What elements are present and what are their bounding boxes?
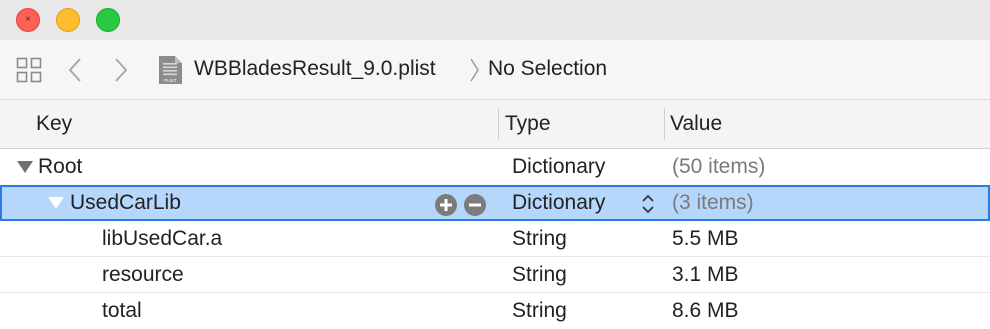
column-header-value[interactable]: Value [670, 112, 722, 136]
column-header-key[interactable]: Key [36, 112, 72, 136]
table-row[interactable]: Root Dictionary (50 items) [0, 149, 990, 185]
column-divider[interactable] [498, 108, 499, 140]
close-icon: × [25, 14, 31, 25]
row-type[interactable]: Dictionary [512, 191, 605, 215]
row-value: (50 items) [672, 155, 766, 178]
disclosure-triangle-icon[interactable] [16, 160, 34, 174]
row-type[interactable]: Dictionary [512, 155, 605, 179]
breadcrumb-filename[interactable]: WBBladesResult_9.0.plist [194, 57, 436, 81]
type-popup-chevrons-icon[interactable] [640, 192, 656, 216]
row-key: total [102, 299, 142, 322]
plist-file-icon[interactable]: PLIST [157, 55, 183, 85]
related-items-grid-icon[interactable] [16, 57, 42, 83]
remove-item-button[interactable] [464, 194, 486, 216]
row-value[interactable]: 8.6 MB [672, 299, 739, 323]
table-row[interactable]: libUsedCar.a String 5.5 MB [0, 221, 990, 257]
breadcrumb-selection[interactable]: No Selection [488, 57, 607, 81]
row-type[interactable]: String [512, 299, 567, 323]
column-divider[interactable] [664, 108, 665, 140]
row-type[interactable]: String [512, 227, 567, 251]
column-header: Key Type Value [0, 100, 990, 149]
title-bar: × [0, 0, 990, 40]
plus-icon [440, 199, 452, 211]
disclosure-triangle-icon[interactable] [47, 196, 65, 210]
row-key: resource [102, 263, 184, 286]
jump-bar: PLIST WBBladesResult_9.0.plist No Select… [0, 40, 990, 100]
table-row-selected[interactable]: UsedCarLib Dictionary (3 items) [0, 185, 990, 221]
back-chevron-icon[interactable] [64, 56, 88, 84]
plist-file-icon-label: PLIST [164, 78, 177, 83]
row-value[interactable]: 5.5 MB [672, 227, 739, 251]
zoom-window-button[interactable] [96, 8, 120, 32]
row-key: UsedCarLib [70, 191, 181, 214]
row-value: (3 items) [672, 191, 754, 214]
forward-chevron-icon[interactable] [108, 56, 132, 84]
add-item-button[interactable] [435, 194, 457, 216]
row-type[interactable]: String [512, 263, 567, 287]
row-value[interactable]: 3.1 MB [672, 263, 739, 287]
close-window-button[interactable]: × [16, 8, 40, 32]
minus-icon [469, 203, 481, 207]
row-key: Root [38, 155, 83, 178]
table-row[interactable]: resource String 3.1 MB [0, 257, 990, 293]
minimize-window-button[interactable] [56, 8, 80, 32]
table-row[interactable]: total String 8.6 MB [0, 293, 990, 329]
column-header-type[interactable]: Type [505, 112, 551, 136]
row-key: libUsedCar.a [102, 227, 223, 250]
breadcrumb-separator-icon [470, 58, 479, 82]
